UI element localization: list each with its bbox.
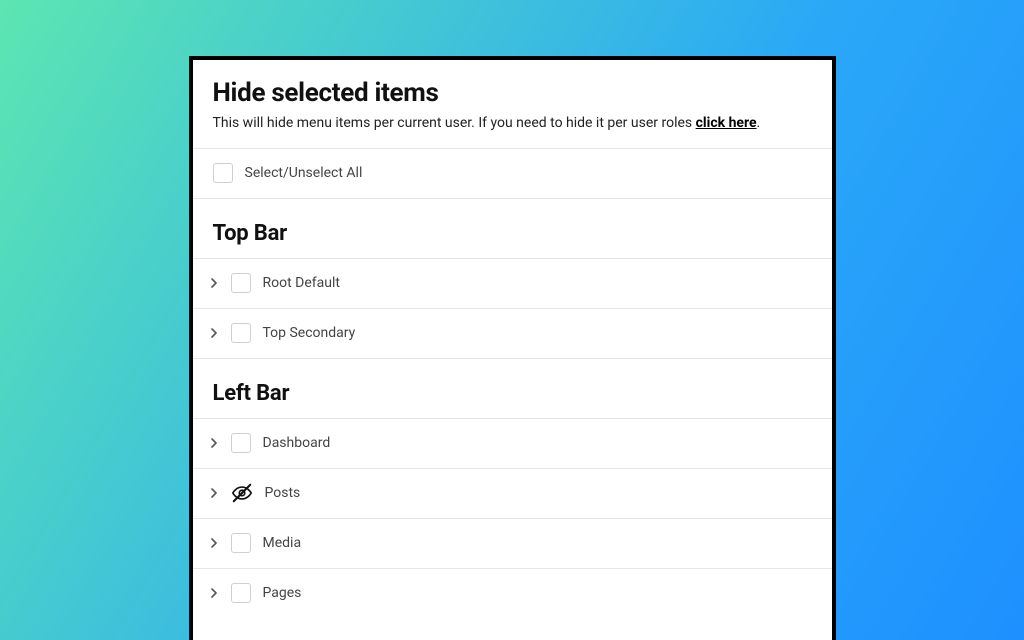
item-checkbox[interactable]: [231, 533, 251, 553]
subtitle-prefix: This will hide menu items per current us…: [213, 115, 696, 131]
chevron-right-icon[interactable]: [207, 326, 221, 340]
select-all-checkbox[interactable]: [213, 163, 233, 183]
item-label: Posts: [265, 485, 301, 501]
settings-panel: Hide selected items This will hide menu …: [189, 56, 836, 640]
page-subtitle: This will hide menu items per current us…: [213, 114, 812, 134]
chevron-right-icon[interactable]: [207, 586, 221, 600]
chevron-right-icon[interactable]: [207, 436, 221, 450]
chevron-right-icon[interactable]: [207, 536, 221, 550]
list-item[interactable]: Root Default: [193, 258, 832, 308]
item-checkbox[interactable]: [231, 433, 251, 453]
item-checkbox[interactable]: [231, 323, 251, 343]
list-item[interactable]: Dashboard: [193, 418, 832, 468]
list-item[interactable]: Pages: [193, 568, 832, 618]
hidden-eye-icon[interactable]: [231, 482, 253, 504]
header-block: Hide selected items This will hide menu …: [193, 78, 832, 148]
chevron-right-icon[interactable]: [207, 486, 221, 500]
list-item[interactable]: Posts: [193, 468, 832, 518]
roles-link[interactable]: click here: [696, 115, 757, 131]
list-item[interactable]: Media: [193, 518, 832, 568]
chevron-right-icon[interactable]: [207, 276, 221, 290]
item-label: Top Secondary: [263, 325, 356, 341]
section-heading-top-bar: Top Bar: [193, 198, 832, 258]
section-heading-left-bar: Left Bar: [193, 358, 832, 418]
item-checkbox[interactable]: [231, 273, 251, 293]
select-all-label: Select/Unselect All: [245, 165, 363, 181]
panel-inner: Hide selected items This will hide menu …: [193, 60, 832, 618]
select-all-row[interactable]: Select/Unselect All: [193, 148, 832, 198]
page-title: Hide selected items: [213, 78, 812, 108]
item-label: Media: [263, 535, 302, 551]
item-checkbox[interactable]: [231, 583, 251, 603]
list-item[interactable]: Top Secondary: [193, 308, 832, 358]
item-label: Dashboard: [263, 435, 331, 451]
item-label: Pages: [263, 585, 302, 601]
subtitle-suffix: .: [757, 115, 761, 131]
item-label: Root Default: [263, 275, 340, 291]
